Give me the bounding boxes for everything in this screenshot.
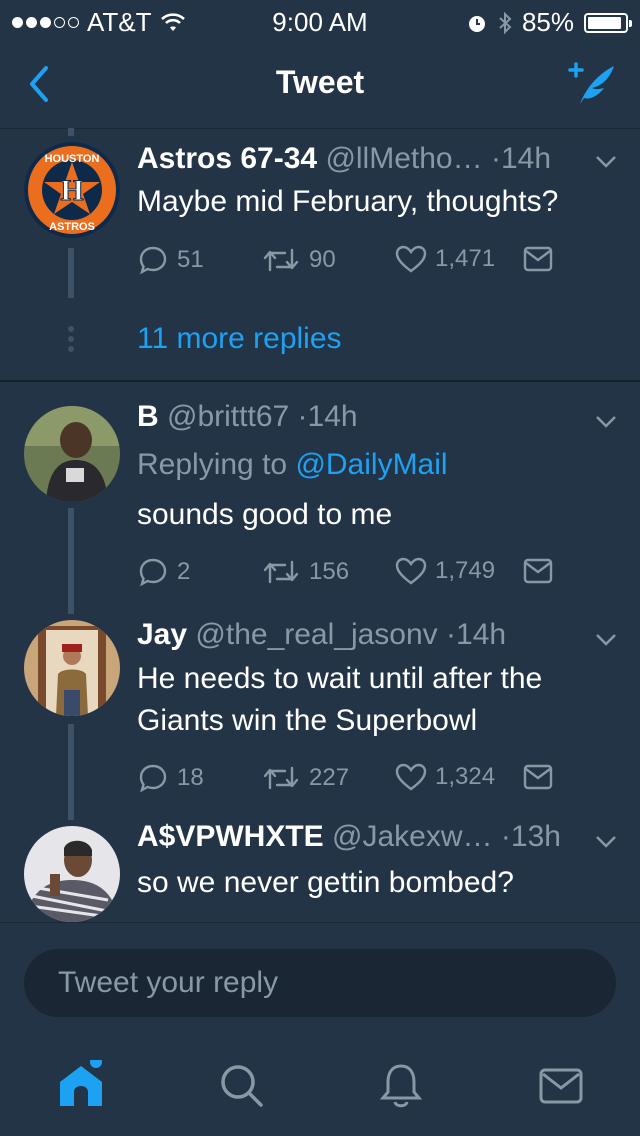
avatar[interactable] [24,406,120,502]
bluetooth-icon [499,11,512,34]
display-name[interactable]: B [137,400,159,433]
handle[interactable]: @brittt67 [167,400,289,433]
retweet-count: 227 [309,764,350,791]
svg-text:H: H [60,174,83,207]
like-count: 1,749 [435,557,496,584]
separator-dot: · [500,820,511,853]
replying-to-label: Replying to [137,448,288,481]
svg-text:ASTROS: ASTROS [49,221,95,233]
heart-icon [395,245,427,273]
reply-count: 18 [177,764,204,791]
messages-icon[interactable] [536,1060,586,1110]
home-icon[interactable] [56,1060,106,1110]
like-count: 1,471 [435,245,496,272]
tweet[interactable]: H HOUSTON ASTROS Astros 67-34 @llMetho… … [0,128,640,380]
message-icon[interactable] [523,558,553,584]
display-name[interactable]: Jay [137,618,187,651]
more-replies-link[interactable]: 11 more replies [137,322,342,356]
reply-input[interactable]: Tweet your reply [24,949,616,1017]
heart-icon [395,763,427,791]
reply-button[interactable]: 2 [137,556,190,588]
retweet-count: 156 [309,558,350,585]
alarm-icon [468,15,485,32]
timestamp: 13h [510,820,561,853]
chevron-down-icon[interactable] [594,414,618,430]
tweet-text: sounds good to me [137,498,393,531]
separator-dot: · [297,400,308,433]
timestamp: 14h [307,400,358,433]
heart-icon [395,557,427,585]
reply-icon [139,764,167,793]
timestamp: 14h [500,142,552,175]
tweet[interactable]: Jay @the_real_jasonv ·14h He needs to wa… [0,612,640,820]
message-icon[interactable] [523,764,553,790]
timestamp: 14h [456,618,507,651]
replying-to: Replying to @DailyMail [137,448,448,482]
message-icon[interactable] [523,246,553,272]
reply-button[interactable]: 51 [137,244,204,276]
avatar[interactable] [24,620,120,716]
avatar[interactable]: H HOUSTON ASTROS [24,142,120,238]
reply-composer: Tweet your reply [0,922,640,1035]
tweet-text: Maybe mid February, thoughts? [137,185,559,218]
battery-percent: 85% [521,7,574,37]
retweet-button[interactable]: 90 [261,244,336,276]
separator-dot: · [446,618,457,651]
tweet[interactable]: A$VPWHXTE @Jakexw… ·13h so we never gett… [0,820,640,922]
chevron-down-icon[interactable] [594,632,618,648]
tweet[interactable]: B @brittt67 ·14h Replying to @DailyMail … [0,382,640,612]
retweet-button[interactable]: 227 [261,762,349,794]
like-button[interactable]: 1,471 [395,244,495,274]
battery-icon [584,12,632,33]
collapsed-thread-dots [68,326,74,356]
navigation-bar: Tweet [0,40,640,129]
status-bar: AT&T 9:00 AM 85% [0,0,640,40]
retweet-icon [263,560,299,584]
separator-dot: · [490,142,501,175]
page-title: Tweet [275,64,365,100]
reply-icon [139,558,167,587]
display-name[interactable]: A$VPWHXTE [137,820,324,853]
reply-icon [139,246,167,275]
avatar[interactable] [24,826,120,922]
retweet-count: 90 [309,246,336,273]
compose-tweet-icon[interactable] [566,58,618,110]
retweet-icon [263,248,299,272]
tweet-text: so we never gettin bombed? [137,866,514,899]
search-icon[interactable] [216,1060,266,1110]
handle[interactable]: @Jakexw… [332,820,493,853]
chevron-down-icon[interactable] [594,834,618,850]
like-button[interactable]: 1,749 [395,556,495,586]
reply-button[interactable]: 18 [137,762,204,794]
display-name[interactable]: Astros 67-34 [137,142,317,175]
retweet-button[interactable]: 156 [261,556,349,588]
reply-count: 51 [177,246,204,273]
replying-to-link[interactable]: @DailyMail [295,448,447,481]
reply-count: 2 [177,558,191,585]
handle[interactable]: @llMetho… [325,142,482,175]
tab-bar [0,1034,640,1136]
handle[interactable]: @the_real_jasonv [195,618,437,651]
like-count: 1,324 [435,763,496,790]
notifications-icon[interactable] [376,1060,426,1110]
tweet-text: He needs to wait until after the Giants … [137,662,543,737]
retweet-icon [263,766,299,790]
chevron-down-icon[interactable] [594,154,618,170]
like-button[interactable]: 1,324 [395,762,495,792]
svg-text:HOUSTON: HOUSTON [45,153,100,165]
